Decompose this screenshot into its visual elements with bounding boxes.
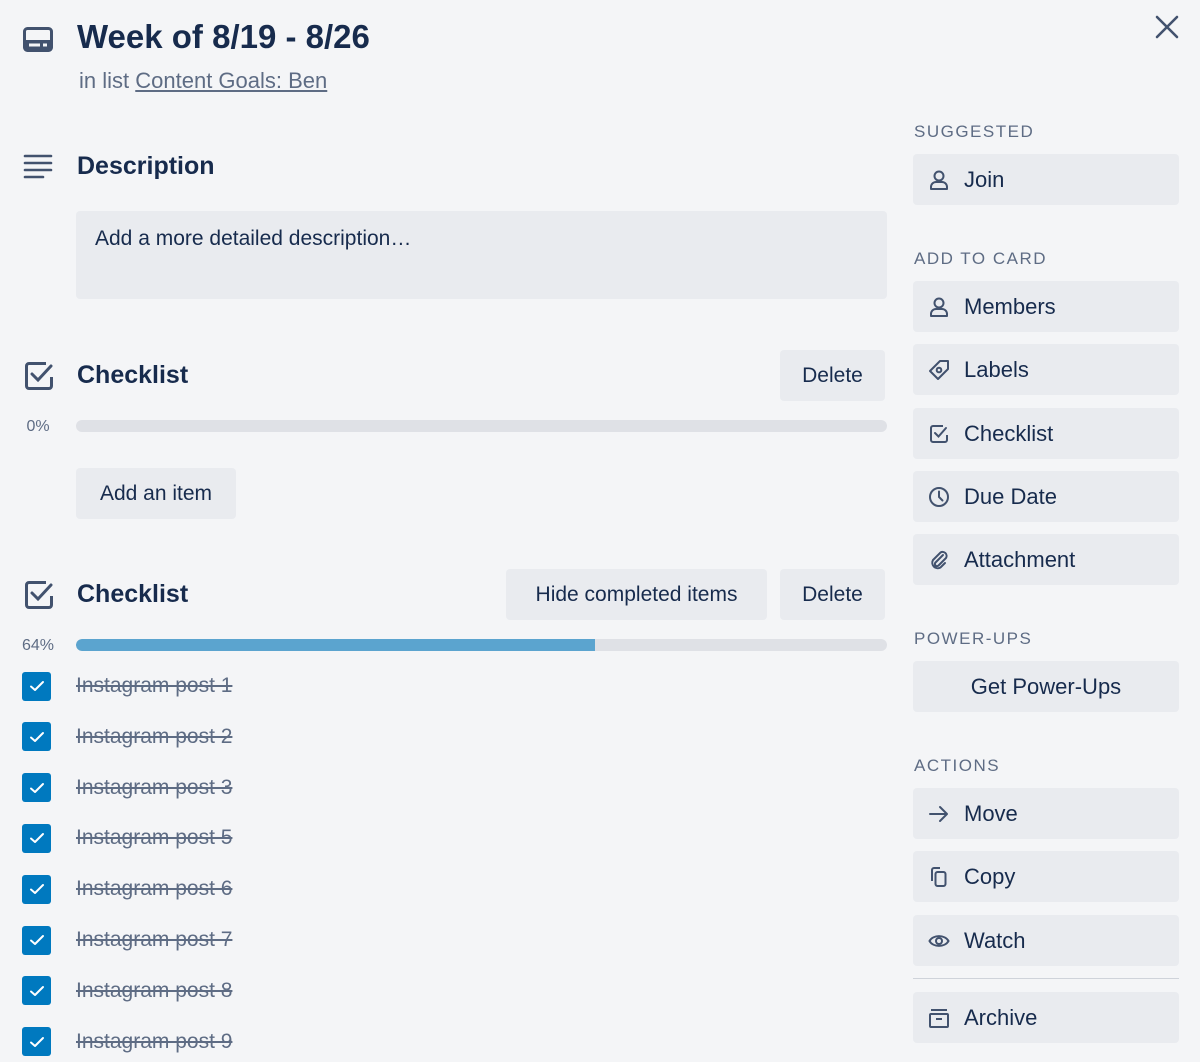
checklist-1-progress-percent: 0% <box>26 418 50 435</box>
check-icon <box>29 985 44 996</box>
checklist-item[interactable]: Instagram post 1 <box>22 666 232 706</box>
actions-heading: ACTIONS <box>914 756 1001 775</box>
checklist-1-progress-bar <box>76 420 887 432</box>
suggested-heading: SUGGESTED <box>914 122 1035 141</box>
attachment-label: Attachment <box>964 546 1076 572</box>
checklist-item-checkbox[interactable] <box>22 722 51 752</box>
description-input[interactable]: Add a more detailed description… <box>76 211 887 299</box>
due-date-label: Due Date <box>964 483 1057 509</box>
checklist-item-checkbox[interactable] <box>22 1027 51 1057</box>
check-icon <box>29 681 44 691</box>
move-label: Move <box>964 800 1018 826</box>
checklist-icon <box>927 422 951 446</box>
checklist-2-heading: Checklist <box>77 580 189 608</box>
archive-button[interactable]: Archive <box>913 992 1179 1043</box>
checklist-item[interactable]: Instagram post 3 <box>22 768 232 808</box>
close-icon <box>1155 15 1179 39</box>
check-icon <box>29 731 44 742</box>
hide-completed-button[interactable]: Hide completed items <box>506 569 767 620</box>
card-list-info: in list Content Goals: Ben <box>79 68 327 94</box>
checklist-button[interactable]: Checklist <box>913 408 1179 459</box>
checklist-2-progress-bar <box>76 639 887 651</box>
add-item-button[interactable]: Add an item <box>76 468 236 519</box>
person-icon <box>927 295 951 319</box>
checklist-item[interactable]: Instagram post 5 <box>22 818 232 858</box>
checklist-1-heading: Checklist <box>77 361 189 389</box>
checklist-item-checkbox[interactable] <box>22 671 51 701</box>
checklist-item[interactable]: Instagram post 7 <box>22 920 232 960</box>
checklist-icon <box>24 580 54 610</box>
checklist-item-checkbox[interactable] <box>22 773 51 803</box>
checklist-item-text[interactable]: Instagram post 5 <box>76 826 232 850</box>
archive-icon <box>927 1006 951 1030</box>
checklist-item[interactable]: Instagram post 8 <box>22 971 232 1011</box>
checklist-item[interactable]: Instagram post 2 <box>22 717 232 757</box>
checklist-item-text[interactable]: Instagram post 2 <box>76 725 232 749</box>
checklist-label: Checklist <box>964 420 1054 446</box>
check-icon <box>29 782 44 793</box>
checklist-item-text[interactable]: Instagram post 3 <box>76 776 232 800</box>
copy-button[interactable]: Copy <box>913 851 1179 902</box>
list-link[interactable]: Content Goals: Ben <box>135 68 327 93</box>
close-button[interactable] <box>1150 10 1184 44</box>
checklist-item-text[interactable]: Instagram post 8 <box>76 979 232 1003</box>
checklist-2-progress-percent: 64% <box>21 637 55 654</box>
check-icon <box>29 935 44 945</box>
card-title[interactable]: Week of 8/19 - 8/26 <box>77 18 370 56</box>
arrow-right-icon <box>927 802 951 826</box>
description-heading: Description <box>77 152 215 180</box>
archive-label: Archive <box>964 1004 1038 1030</box>
eye-icon <box>927 929 951 953</box>
checklist-item-checkbox[interactable] <box>22 976 51 1006</box>
check-icon <box>29 1036 44 1047</box>
card-icon <box>23 27 53 53</box>
checklist-item[interactable]: Instagram post 9 <box>22 1022 232 1062</box>
watch-button[interactable]: Watch <box>913 915 1179 966</box>
checklist-2-progress-fill <box>76 639 596 651</box>
attachment-button[interactable]: Attachment <box>913 534 1179 585</box>
checklist-item-text[interactable]: Instagram post 1 <box>76 674 232 698</box>
checklist-item-checkbox[interactable] <box>22 874 51 904</box>
check-icon <box>29 833 44 844</box>
checklist-item[interactable]: Instagram post 6 <box>22 869 232 909</box>
paperclip-icon <box>927 548 951 572</box>
add-to-card-heading: ADD TO CARD <box>914 249 1048 268</box>
checklist-2-delete-button[interactable]: Delete <box>780 569 885 620</box>
actions-divider <box>913 978 1179 979</box>
checklist-item-text[interactable]: Instagram post 6 <box>76 877 232 901</box>
move-button[interactable]: Move <box>913 788 1179 839</box>
checklist-item-checkbox[interactable] <box>22 925 51 955</box>
tag-icon <box>927 358 951 382</box>
copy-label: Copy <box>964 863 1016 889</box>
get-power-ups-button[interactable]: Get Power-Ups <box>913 661 1179 712</box>
checklist-icon <box>24 361 54 391</box>
check-icon <box>29 884 44 895</box>
due-date-button[interactable]: Due Date <box>913 471 1179 522</box>
clock-icon <box>927 485 951 509</box>
description-icon <box>23 153 53 179</box>
checklist-item-checkbox[interactable] <box>22 823 51 853</box>
get-power-ups-label: Get Power-Ups <box>970 673 1122 699</box>
labels-button[interactable]: Labels <box>913 344 1179 395</box>
checklist-item-text[interactable]: Instagram post 7 <box>76 928 232 952</box>
labels-label: Labels <box>964 356 1029 382</box>
checklist-1-delete-button[interactable]: Delete <box>780 350 885 401</box>
person-icon <box>927 168 951 192</box>
watch-label: Watch <box>964 927 1026 953</box>
copy-icon <box>927 865 951 889</box>
members-button[interactable]: Members <box>913 281 1179 332</box>
in-list-prefix: in list <box>79 68 130 93</box>
join-label: Join <box>964 166 1005 192</box>
checklist-item-text[interactable]: Instagram post 9 <box>76 1030 232 1054</box>
members-label: Members <box>964 293 1056 319</box>
power-ups-heading: POWER-UPS <box>914 629 1033 648</box>
join-button[interactable]: Join <box>913 154 1179 205</box>
